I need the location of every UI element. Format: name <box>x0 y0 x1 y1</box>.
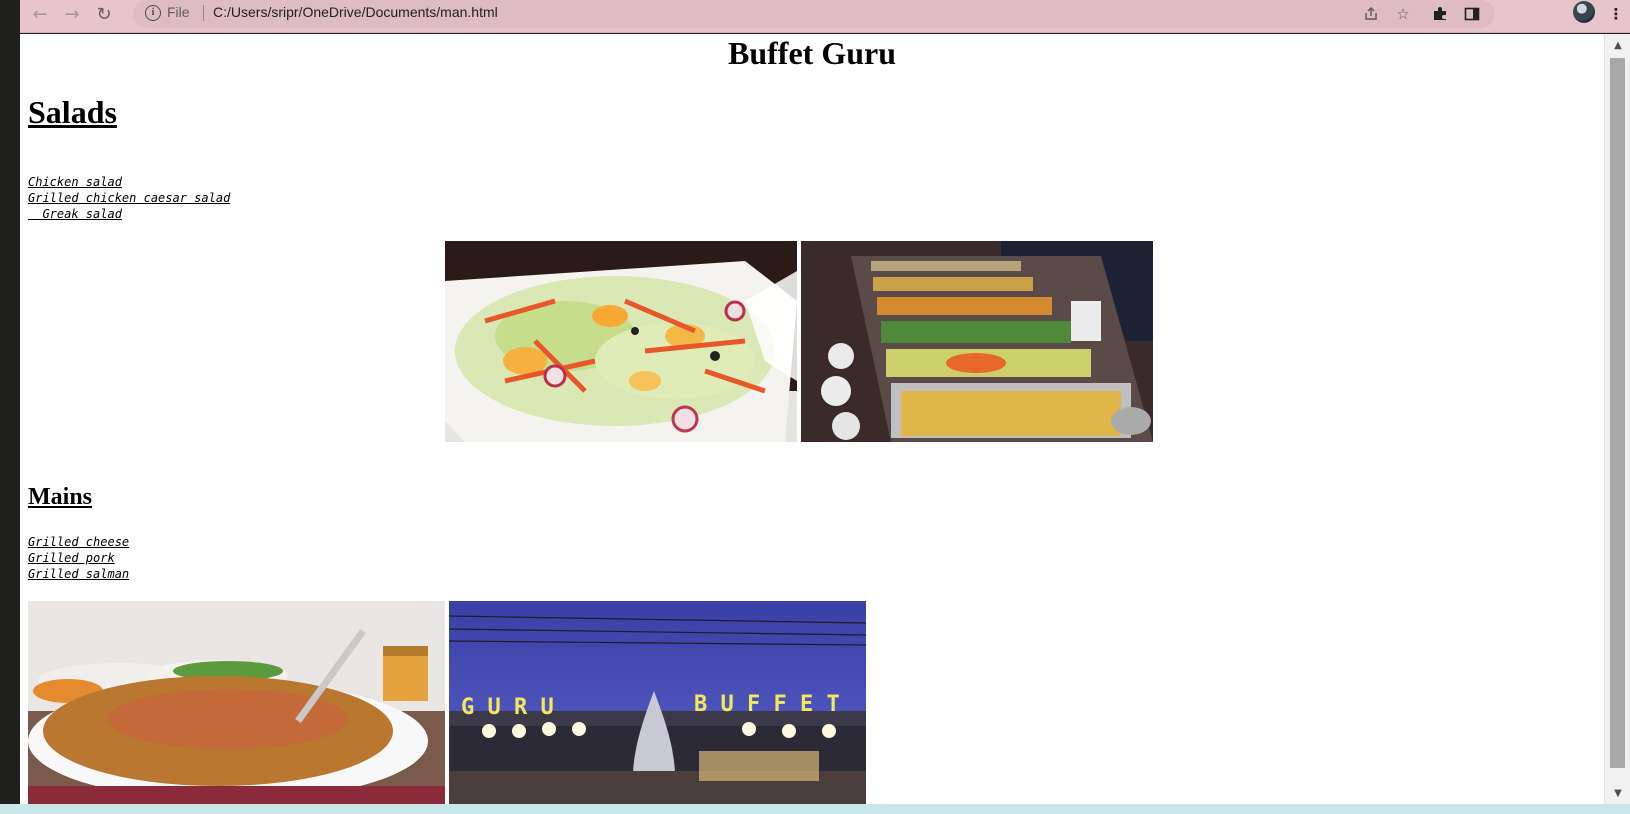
salads-list: Chicken salad Grilled chicken caesar sal… <box>28 174 230 222</box>
side-panel-icon <box>1464 7 1480 21</box>
browser-toolbar: ← → ↻ i File C:/Users/sripr/OneDrive/Doc… <box>20 0 1630 33</box>
page-viewport: Buffet Guru Salads Chicken salad Grilled… <box>20 34 1604 804</box>
reload-icon: ↻ <box>96 3 112 25</box>
bookmark-button[interactable]: ☆ <box>1391 2 1415 26</box>
salad-bowl-photo <box>445 241 797 442</box>
reload-button[interactable]: ↻ <box>90 2 118 26</box>
star-icon: ☆ <box>1396 5 1410 23</box>
buffet-line-photo <box>801 241 1153 442</box>
info-icon[interactable]: i <box>145 5 161 21</box>
omelette-plate-photo <box>28 601 445 804</box>
omnibox-divider <box>203 5 204 21</box>
arrow-left-icon: ← <box>32 3 48 25</box>
list-item: Chicken salad <box>28 175 122 189</box>
page-title: Buffet Guru <box>728 35 896 71</box>
list-item: Grilled chicken caesar salad <box>28 191 231 205</box>
address-bar[interactable]: i File C:/Users/sripr/OneDrive/Documents… <box>133 0 1495 28</box>
puzzle-icon <box>1434 7 1446 20</box>
storefront-sign-guru: G U R U <box>461 695 554 720</box>
triangle-up-icon: ▲ <box>1614 39 1622 51</box>
extensions-button[interactable] <box>1427 2 1453 26</box>
browser-menu-button[interactable]: ⋮ <box>1603 2 1629 26</box>
share-button[interactable] <box>1359 2 1383 26</box>
url-scheme-label: File <box>167 4 190 20</box>
kebab-menu-icon: ⋮ <box>1608 5 1624 23</box>
list-item: Grilled cheese <box>28 535 130 549</box>
scroll-down-button[interactable]: ▼ <box>1605 782 1630 804</box>
window-edge <box>0 0 20 814</box>
mains-list: Grilled cheese Grilled pork Grilled salm… <box>28 534 129 582</box>
share-icon <box>1365 6 1377 20</box>
side-panel-button[interactable] <box>1459 2 1485 26</box>
scroll-up-button[interactable]: ▲ <box>1605 34 1630 56</box>
list-item: Grilled salman <box>28 567 130 581</box>
triangle-down-icon: ▼ <box>1614 787 1622 799</box>
scrollbar-thumb[interactable] <box>1610 58 1625 768</box>
taskbar-strip <box>0 804 1630 814</box>
list-item: Greak salad <box>28 207 122 221</box>
vertical-scrollbar[interactable]: ▲ ▼ <box>1604 34 1630 804</box>
list-item: Grilled pork <box>28 551 115 565</box>
back-button[interactable]: ← <box>26 2 54 26</box>
mains-heading: Mains <box>28 484 93 510</box>
storefront-sign-buffet: B U F F E T <box>694 692 840 717</box>
arrow-right-icon: → <box>64 3 80 25</box>
url-text[interactable]: C:/Users/sripr/OneDrive/Documents/man.ht… <box>213 4 498 20</box>
salads-heading: Salads <box>28 94 117 130</box>
guru-buffet-storefront-photo: G U R U B U F F E T <box>449 601 866 804</box>
forward-button[interactable]: → <box>58 2 86 26</box>
profile-avatar[interactable] <box>1573 1 1595 23</box>
